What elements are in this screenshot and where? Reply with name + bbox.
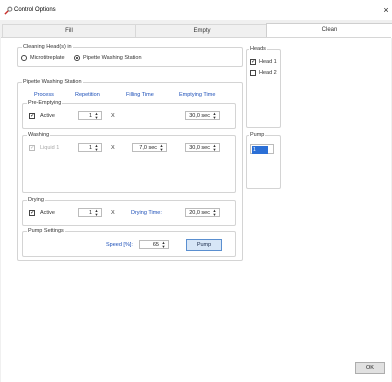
pre-emptying-emptying-time-value: 30,0 sec bbox=[189, 113, 210, 119]
drying-group: Drying ✓ Active 1 ▲ ▼ X Drying Time: 20,0… bbox=[22, 196, 236, 226]
radio-microtitreplate[interactable] bbox=[21, 55, 27, 61]
drying-active-label: Active bbox=[40, 210, 55, 216]
drying-active-checkbox[interactable]: ✓ bbox=[29, 210, 35, 216]
washing-liquid-1-checkbox[interactable]: ✓ bbox=[29, 145, 35, 151]
pump-speed-value: 65 bbox=[152, 242, 159, 248]
spin-arrows-icon[interactable]: ▲ ▼ bbox=[93, 144, 100, 152]
spin-arrows-icon[interactable]: ▲ ▼ bbox=[93, 112, 100, 120]
pre-emptying-repetition-value: 1 bbox=[88, 113, 92, 119]
pump-settings-group: Pump Settings Speed [%]: 65 ▲ ▼ Pump bbox=[22, 227, 236, 257]
window-title: Control Options bbox=[14, 7, 56, 13]
tab-clean[interactable]: Clean bbox=[266, 23, 392, 38]
spin-arrows-icon[interactable]: ▲ ▼ bbox=[158, 144, 165, 152]
heads-group: Heads ✓ Head 1 Head 2 bbox=[246, 45, 281, 128]
pump-speed-label: Speed [%]: bbox=[106, 242, 133, 248]
head-2-label: Head 2 bbox=[259, 70, 277, 76]
washing-emptying-time-stepper[interactable]: 30,0 sec ▲ ▼ bbox=[185, 143, 220, 152]
washing-emptying-time-value: 30,0 sec bbox=[189, 145, 210, 151]
washing-liquid-1-label: Liquid 1 bbox=[40, 145, 60, 151]
header-filling-time: Filling Time bbox=[126, 92, 154, 98]
pump-title: Pump bbox=[249, 131, 266, 139]
pipette-washing-station-group: Pipette Washing Station Process Repetiti… bbox=[17, 78, 243, 261]
pre-emptying-times: X bbox=[111, 113, 115, 119]
pump-speed-stepper[interactable]: 65 ▲ ▼ bbox=[139, 240, 169, 249]
spin-arrows-icon[interactable]: ▲ ▼ bbox=[211, 112, 218, 120]
washing-filling-time-value: 7,0 sec bbox=[139, 145, 157, 151]
tab-content-clean: Cleaning Head(s) in Microtitreplate Pipe… bbox=[1, 37, 391, 382]
tab-strip: Fill Empty Clean bbox=[0, 23, 392, 38]
spin-arrows-icon[interactable]: ▲ ▼ bbox=[211, 209, 218, 217]
close-icon[interactable]: × bbox=[380, 4, 392, 16]
drying-time-stepper[interactable]: 20,0 sec ▲ ▼ bbox=[185, 208, 220, 217]
header-process: Process bbox=[34, 92, 54, 98]
radio-pipette-washing-station-label: Pipette Washing Station bbox=[83, 55, 142, 61]
tab-empty[interactable]: Empty bbox=[135, 24, 269, 37]
pump-listbox[interactable]: 1 bbox=[250, 144, 274, 154]
spin-arrows-icon[interactable]: ▲ ▼ bbox=[211, 144, 218, 152]
head-1-label: Head 1 bbox=[259, 59, 277, 65]
pump-listbox-selected-item[interactable]: 1 bbox=[252, 146, 268, 154]
cleaning-heads-title: Cleaning Head(s) in bbox=[22, 43, 73, 51]
ok-button[interactable]: OK bbox=[355, 362, 385, 374]
pre-emptying-active-checkbox[interactable]: ✓ bbox=[29, 113, 35, 119]
spin-arrows-icon[interactable]: ▲ ▼ bbox=[160, 241, 167, 249]
pipette-washing-station-title: Pipette Washing Station bbox=[22, 78, 83, 86]
drying-title: Drying bbox=[27, 196, 45, 204]
pre-emptying-active-label: Active bbox=[40, 113, 55, 119]
pre-emptying-emptying-time-stepper[interactable]: 30,0 sec ▲ ▼ bbox=[185, 111, 220, 120]
head-1-checkbox[interactable]: ✓ bbox=[250, 59, 256, 65]
heads-title: Heads bbox=[249, 45, 267, 53]
pump-group: Pump 1 bbox=[246, 131, 281, 189]
radio-pipette-washing-station[interactable] bbox=[74, 55, 80, 61]
cleaning-heads-group: Cleaning Head(s) in Microtitreplate Pipe… bbox=[17, 43, 243, 67]
washing-repetition-value: 1 bbox=[88, 145, 92, 151]
washing-filling-time-stepper[interactable]: 7,0 sec ▲ ▼ bbox=[132, 143, 167, 152]
washing-group: Washing ✓ Liquid 1 1 ▲ ▼ X 7,0 sec ▲ ▼ 30,… bbox=[22, 131, 236, 193]
title-bar: Control Options × bbox=[0, 0, 392, 20]
pump-button[interactable]: Pump bbox=[186, 239, 222, 251]
washing-repetition-stepper[interactable]: 1 ▲ ▼ bbox=[78, 143, 102, 152]
header-repetition: Repetition bbox=[75, 92, 100, 98]
pre-emptying-repetition-stepper[interactable]: 1 ▲ ▼ bbox=[78, 111, 102, 120]
head-2-checkbox[interactable] bbox=[250, 70, 256, 76]
header-emptying-time: Emptying Time bbox=[179, 92, 216, 98]
radio-microtitreplate-label: Microtitreplate bbox=[30, 55, 65, 61]
pump-settings-title: Pump Settings bbox=[27, 227, 65, 235]
washing-times: X bbox=[111, 145, 115, 151]
pre-emptying-title: Pre-Emptying bbox=[27, 99, 63, 107]
wrench-icon bbox=[4, 6, 13, 15]
pre-emptying-group: Pre-Emptying ✓ Active 1 ▲ ▼ X 30,0 sec ▲ ▼ bbox=[22, 99, 236, 129]
tab-fill[interactable]: Fill bbox=[2, 24, 136, 37]
drying-time-value: 20,0 sec bbox=[189, 210, 210, 216]
washing-title: Washing bbox=[27, 131, 51, 139]
drying-times: X bbox=[111, 210, 115, 216]
spin-arrows-icon[interactable]: ▲ ▼ bbox=[93, 209, 100, 217]
drying-repetition-value: 1 bbox=[88, 210, 92, 216]
drying-time-label: Drying Time: bbox=[131, 210, 162, 216]
drying-repetition-stepper[interactable]: 1 ▲ ▼ bbox=[78, 208, 102, 217]
